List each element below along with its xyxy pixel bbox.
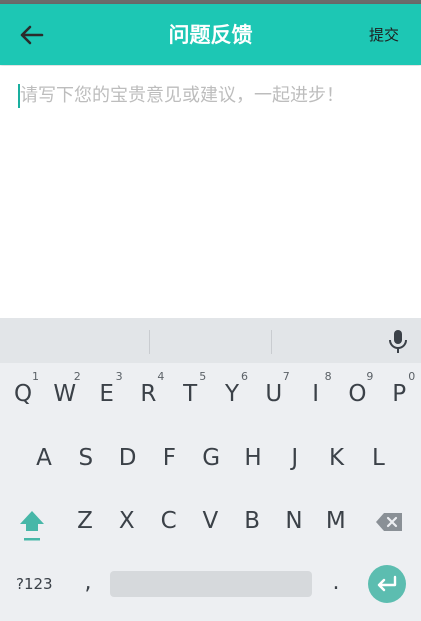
key-hint: 4 — [157, 370, 165, 383]
key-label: G — [202, 445, 221, 471]
feedback-screen: 问题反馈 提交 请写下您的宝贵意见或建议，一起进步！ Q1W2E3R4T5Y6U… — [0, 0, 421, 621]
top-app-bar: 问题反馈 提交 — [0, 4, 421, 65]
suggestion-bar — [0, 318, 421, 363]
key[interactable]: V — [190, 497, 230, 545]
key-hint: 8 — [324, 370, 332, 383]
key-label: N — [285, 508, 303, 534]
key-label: C — [160, 508, 177, 534]
key[interactable]: Q1 — [3, 370, 43, 418]
key[interactable]: Y6 — [212, 370, 252, 418]
key-label: I — [312, 381, 319, 407]
key-label: H — [244, 445, 262, 471]
key-label: T — [183, 381, 198, 407]
key-hint: 1 — [32, 370, 39, 383]
key[interactable]: G — [191, 434, 231, 482]
key-label: A — [36, 445, 52, 471]
key-label: Z — [77, 508, 93, 534]
key[interactable]: S — [66, 434, 106, 482]
key-label: O — [348, 381, 367, 407]
key-label: K — [329, 445, 345, 471]
key[interactable]: B — [232, 497, 272, 545]
key[interactable]: P0 — [379, 370, 419, 418]
key-label: E — [99, 381, 114, 407]
key-label: Y — [224, 381, 240, 407]
key[interactable]: E3 — [87, 370, 127, 418]
key[interactable]: N — [274, 497, 314, 545]
comma-key[interactable]: , — [78, 570, 98, 595]
backspace-icon — [376, 513, 402, 531]
shift-key[interactable] — [16, 507, 48, 547]
key[interactable]: J — [275, 434, 315, 482]
enter-key[interactable] — [368, 565, 406, 603]
key-hint: 2 — [73, 370, 81, 383]
space-key[interactable] — [110, 571, 312, 597]
key-label: S — [78, 445, 94, 471]
key-label: P — [392, 381, 407, 407]
key-hint: 6 — [241, 370, 248, 383]
key[interactable]: O9 — [337, 370, 377, 418]
key-hint: 9 — [366, 370, 374, 383]
key[interactable]: T5 — [170, 370, 210, 418]
key[interactable]: H — [233, 434, 273, 482]
key-hint: 0 — [408, 370, 416, 383]
key-label: X — [118, 508, 135, 534]
suggestion-divider — [271, 330, 272, 354]
submit-button[interactable]: 提交 — [369, 24, 399, 46]
feedback-input[interactable]: 请写下您的宝贵意见或建议，一起进步！ — [0, 66, 421, 318]
page-title: 问题反馈 — [168, 23, 253, 47]
soft-keyboard: Q1W2E3R4T5Y6U7I8O9P0 ASDFGHJKL ZXCVBNM ?… — [0, 318, 421, 621]
key-label: R — [140, 381, 157, 407]
key-label: Q — [13, 381, 33, 407]
key[interactable]: Z — [65, 497, 105, 545]
key[interactable]: R4 — [128, 370, 168, 418]
key[interactable]: X — [107, 497, 147, 545]
symbols-key[interactable]: ?123 — [16, 573, 53, 595]
key-hint: 5 — [199, 370, 207, 383]
key-hint: 3 — [115, 370, 123, 383]
key[interactable]: F — [149, 434, 189, 482]
key[interactable]: W2 — [45, 370, 85, 418]
key[interactable]: C — [149, 497, 189, 545]
key-label: L — [371, 445, 385, 471]
key[interactable]: U7 — [254, 370, 294, 418]
period-key[interactable]: . — [326, 570, 346, 595]
shift-icon — [20, 511, 44, 541]
suggestion-divider — [149, 330, 150, 354]
feedback-placeholder: 请写下您的宝贵意见或建议，一起进步！ — [20, 85, 344, 106]
key[interactable]: K — [317, 434, 357, 482]
key-hint: 7 — [282, 370, 290, 383]
key[interactable]: A — [24, 434, 64, 482]
key[interactable]: D — [108, 434, 148, 482]
key-label: U — [265, 381, 283, 407]
key-label: F — [162, 445, 176, 471]
key-label: W — [53, 381, 77, 407]
backspace-key[interactable] — [375, 510, 405, 534]
key-label: J — [291, 445, 299, 471]
key-label: B — [244, 508, 261, 534]
key[interactable]: I8 — [296, 370, 336, 418]
key-label: V — [202, 508, 219, 534]
key[interactable]: M — [316, 497, 356, 545]
key-label: M — [325, 508, 346, 534]
enter-icon — [377, 575, 397, 592]
microphone-icon — [389, 330, 407, 353]
key-label: D — [118, 445, 137, 471]
microphone-button[interactable] — [387, 328, 409, 354]
key[interactable]: L — [358, 434, 398, 482]
